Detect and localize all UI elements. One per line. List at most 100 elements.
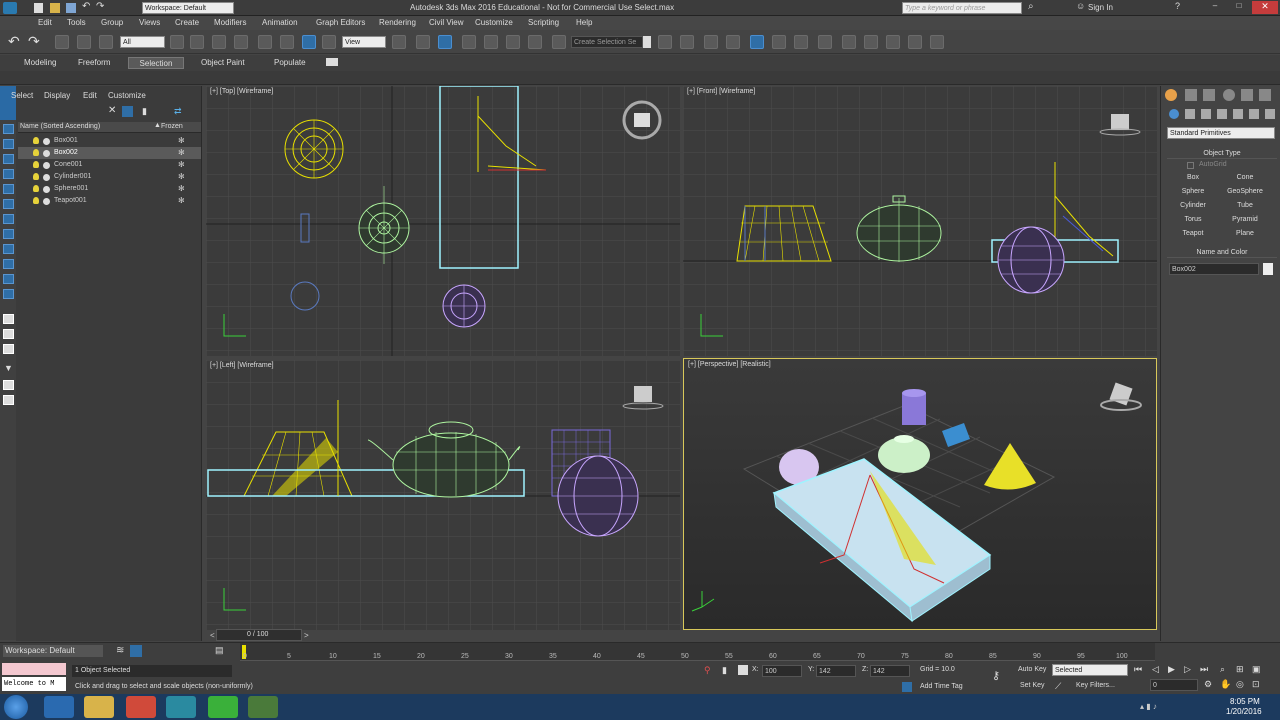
column-name-header[interactable]: Name (Sorted Ascending) bbox=[20, 123, 100, 130]
create-tab-icon[interactable] bbox=[1165, 89, 1177, 101]
time-tag-icon[interactable] bbox=[902, 682, 912, 692]
new-icon[interactable] bbox=[34, 3, 43, 13]
current-frame-input[interactable]: 0 bbox=[1150, 679, 1198, 691]
display-cameras-icon[interactable] bbox=[3, 199, 14, 209]
render-iterative-icon[interactable] bbox=[908, 35, 922, 49]
3dsmax-taskbar-icon[interactable] bbox=[166, 696, 196, 718]
select-object-icon[interactable] bbox=[170, 35, 184, 49]
cylinder-object[interactable] bbox=[902, 389, 926, 425]
isolate-icon[interactable]: ⚲ bbox=[704, 665, 711, 676]
display-containers-icon[interactable] bbox=[3, 289, 14, 299]
viewport-label-top[interactable]: [+] [Top] [Wireframe] bbox=[210, 88, 273, 95]
freeze-icon[interactable]: ✻ bbox=[178, 147, 185, 159]
geometry-icon[interactable] bbox=[1169, 109, 1179, 119]
maximize-button[interactable]: □ bbox=[1228, 1, 1250, 14]
workspace-bottom-label[interactable]: Workspace: Default bbox=[3, 645, 103, 657]
menu-animation[interactable]: Animation bbox=[262, 18, 298, 27]
snap-toggle-icon[interactable] bbox=[462, 35, 476, 49]
named-selection-set-input[interactable]: Create Selection Se bbox=[571, 36, 643, 48]
lightbulb-icon[interactable] bbox=[33, 161, 39, 168]
display-helpers-icon[interactable] bbox=[3, 214, 14, 224]
render-dot-icon[interactable] bbox=[43, 186, 50, 193]
layer-manager-icon[interactable] bbox=[704, 35, 718, 49]
key-filters-button[interactable]: Key Filters... bbox=[1076, 682, 1115, 689]
scale-icon[interactable] bbox=[302, 35, 316, 49]
lightbulb-icon[interactable] bbox=[33, 197, 39, 204]
chrome-icon[interactable] bbox=[126, 696, 156, 718]
bind-spacewarp-icon[interactable] bbox=[99, 35, 113, 49]
display-spacewarps-icon[interactable] bbox=[3, 229, 14, 239]
lightbulb-icon[interactable] bbox=[33, 137, 39, 144]
time-slider[interactable]: 0 / 100 bbox=[216, 629, 302, 641]
align-icon[interactable] bbox=[680, 35, 694, 49]
list-item[interactable]: Cone001 ✻ bbox=[18, 159, 201, 171]
curve-editor-icon[interactable] bbox=[772, 35, 786, 49]
render-dot-icon[interactable] bbox=[43, 162, 50, 169]
schematic-view-icon[interactable] bbox=[794, 35, 808, 49]
highlight-icon[interactable]: ⇄ bbox=[174, 106, 182, 117]
display-shapes-icon[interactable] bbox=[3, 169, 14, 179]
display-xrefs-icon[interactable] bbox=[3, 259, 14, 269]
next-frame-icon[interactable]: ▷ bbox=[1184, 664, 1191, 675]
cone-object[interactable] bbox=[984, 443, 1036, 490]
zoom-extents-icon[interactable]: ▣ bbox=[1252, 664, 1261, 675]
render-cloud-icon[interactable] bbox=[930, 35, 944, 49]
render-dot-icon[interactable] bbox=[43, 138, 50, 145]
freeze-icon[interactable]: ✻ bbox=[178, 195, 185, 207]
redo-button-icon[interactable]: ↷ bbox=[28, 33, 40, 50]
ie-icon[interactable] bbox=[44, 696, 74, 718]
render-setup-icon[interactable] bbox=[842, 35, 856, 49]
explorer-folder-icon[interactable] bbox=[84, 696, 114, 718]
play-icon[interactable]: ▶ bbox=[1168, 664, 1175, 675]
tab-freeform[interactable]: Freeform bbox=[74, 57, 114, 69]
selected-box-object[interactable] bbox=[772, 458, 992, 623]
region-select-icon[interactable] bbox=[212, 35, 226, 49]
display-groups-icon[interactable] bbox=[3, 244, 14, 254]
search-input[interactable]: Type a keyword or phrase bbox=[902, 2, 1022, 14]
explorer-menu-select[interactable]: Select bbox=[11, 91, 33, 100]
keyboard-shortcut-override-icon[interactable] bbox=[438, 35, 452, 49]
viewport-front[interactable]: [+] [Front] [Wireframe] bbox=[683, 86, 1157, 356]
explorer-menu-edit[interactable]: Edit bbox=[83, 91, 97, 100]
lightbulb-icon[interactable] bbox=[33, 185, 39, 192]
grid-toggle-icon[interactable] bbox=[130, 645, 142, 657]
redo-icon[interactable]: ↷ bbox=[96, 1, 104, 12]
time-slider-prev-icon[interactable]: < bbox=[210, 631, 215, 640]
mirror-icon[interactable] bbox=[658, 35, 672, 49]
spinner-snap-icon[interactable] bbox=[528, 35, 542, 49]
zoom-icon[interactable]: ⌕ bbox=[1220, 664, 1225, 675]
viewport-top[interactable]: [+] [Top] [Wireframe] bbox=[206, 86, 680, 356]
sync-selection-icon[interactable] bbox=[3, 380, 14, 390]
tray-icons[interactable]: ▴ ▮ ♪ bbox=[1140, 702, 1188, 712]
display-frozen-icon[interactable] bbox=[3, 314, 14, 324]
clock-time[interactable]: 8:05 PM bbox=[1230, 697, 1260, 706]
dependencies-icon[interactable] bbox=[3, 395, 14, 405]
curve-editor-mini-icon[interactable]: ▤ bbox=[215, 645, 224, 656]
render-production-icon[interactable] bbox=[886, 35, 900, 49]
undo-button-icon[interactable]: ↶ bbox=[8, 33, 20, 50]
display-children-icon[interactable] bbox=[3, 344, 14, 354]
box-button[interactable]: Box bbox=[1169, 172, 1217, 184]
track-bar[interactable]: 0 5 10 15 20 25 30 35 40 45 50 55 60 65 … bbox=[240, 643, 1155, 661]
menu-views[interactable]: Views bbox=[139, 18, 160, 27]
freeze-icon[interactable]: ✻ bbox=[178, 135, 185, 147]
pivot-center-icon[interactable] bbox=[392, 35, 406, 49]
auto-key-dropdown[interactable]: Selected bbox=[1052, 664, 1128, 676]
list-item[interactable]: Sphere001 ✻ bbox=[18, 183, 201, 195]
display-geometry-icon[interactable] bbox=[3, 154, 14, 164]
link-icon[interactable] bbox=[55, 35, 69, 49]
shapes-icon[interactable] bbox=[1185, 109, 1195, 119]
absolute-mode-icon[interactable] bbox=[738, 665, 748, 675]
sphere-wireframe[interactable] bbox=[442, 284, 486, 328]
sphere-wireframe-front[interactable] bbox=[997, 226, 1065, 294]
lock-icon[interactable]: ▮ bbox=[142, 106, 147, 117]
list-item[interactable]: Cylinder001 ✻ bbox=[18, 171, 201, 183]
select-icon[interactable] bbox=[122, 106, 133, 117]
open-icon[interactable] bbox=[50, 3, 60, 13]
window-crossing-icon[interactable] bbox=[234, 35, 248, 49]
list-item[interactable]: Box001 ✻ bbox=[18, 135, 201, 147]
user-icon[interactable]: ☺ bbox=[1076, 1, 1085, 11]
go-to-end-icon[interactable]: ⏭ bbox=[1200, 664, 1208, 675]
prev-frame-icon[interactable]: ◁ bbox=[1152, 664, 1159, 675]
unlink-icon[interactable] bbox=[77, 35, 91, 49]
